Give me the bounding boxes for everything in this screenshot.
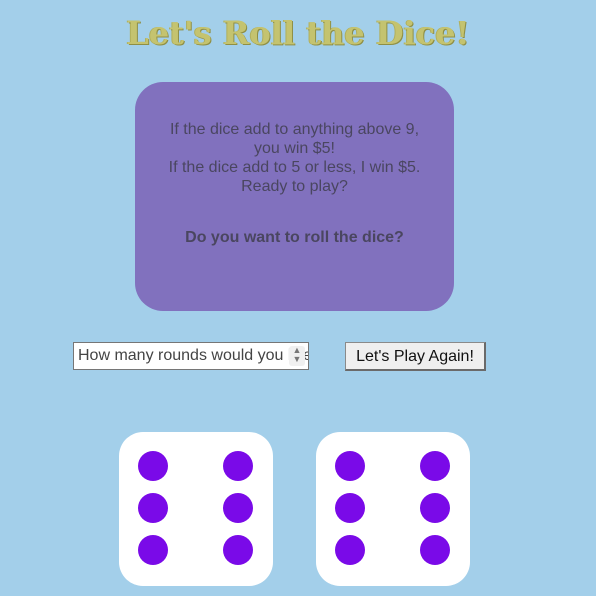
rule-line-2: If the dice add to 5 or less, I win $5. bbox=[168, 159, 421, 176]
die-pip bbox=[335, 535, 365, 565]
rounds-input-placeholder: How many rounds would you like to play? bbox=[78, 347, 308, 364]
page-title: Let's Roll the Dice! bbox=[126, 14, 470, 52]
die-pip bbox=[138, 493, 168, 523]
rule-line-1: If the dice add to anything above 9, you… bbox=[169, 121, 420, 157]
rules-card: If the dice add to anything above 9, you… bbox=[135, 82, 454, 311]
die-left bbox=[119, 432, 273, 586]
die-pip bbox=[223, 535, 253, 565]
die-pip bbox=[420, 535, 450, 565]
rounds-input[interactable]: How many rounds would you like to play? … bbox=[73, 342, 309, 370]
play-again-button[interactable]: Let's Play Again! bbox=[345, 342, 486, 371]
die-pip bbox=[223, 451, 253, 481]
die-right bbox=[316, 432, 470, 586]
die-pip bbox=[420, 493, 450, 523]
die-pip bbox=[138, 451, 168, 481]
die-pip bbox=[420, 451, 450, 481]
stepper-arrows-icon[interactable]: ▲ ▼ bbox=[289, 346, 305, 366]
roll-question: Do you want to roll the dice? bbox=[185, 229, 404, 246]
die-pip bbox=[138, 535, 168, 565]
die-pip bbox=[335, 493, 365, 523]
die-pip bbox=[223, 493, 253, 523]
die-pip bbox=[335, 451, 365, 481]
ready-prompt: Ready to play? bbox=[241, 178, 348, 195]
